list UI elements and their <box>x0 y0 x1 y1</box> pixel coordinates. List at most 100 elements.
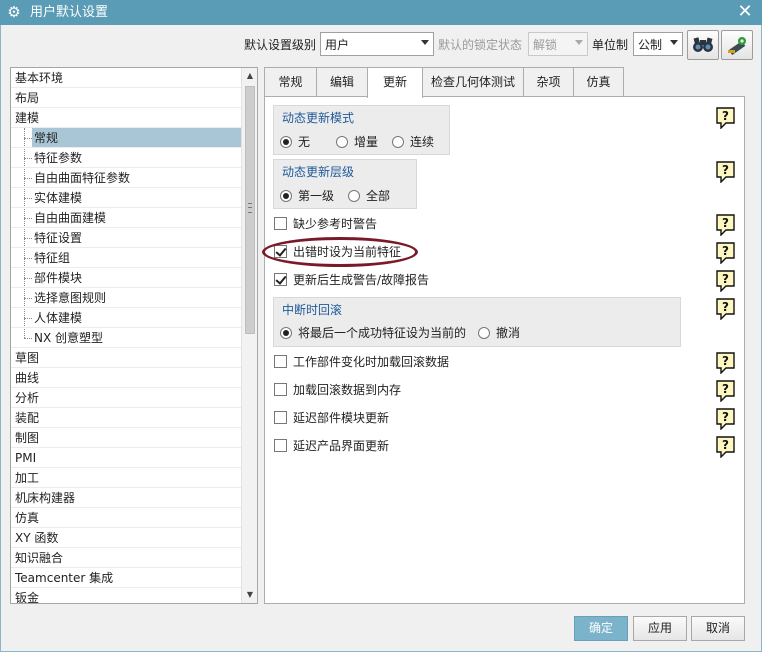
tree-item[interactable]: 钣金 <box>11 588 242 604</box>
tree-child-item[interactable]: 选择意图规则 <box>11 288 242 308</box>
manage-defaults-button[interactable] <box>721 30 753 60</box>
tree-item[interactable]: 机床构建器 <box>11 488 242 508</box>
help-icon[interactable]: ? <box>716 214 735 237</box>
tree-child-item[interactable]: 人体建模 <box>11 308 242 328</box>
tree-item[interactable]: Teamcenter 集成 <box>11 568 242 588</box>
scroll-down-icon[interactable]: ▼ <box>242 587 257 603</box>
tab-general[interactable]: 常规 <box>264 67 317 97</box>
help-icon[interactable]: ? <box>716 107 735 130</box>
tree-item-label: XY 函数 <box>15 531 59 545</box>
ok-button[interactable]: 确定 <box>574 616 628 641</box>
svg-text:?: ? <box>722 109 729 123</box>
help-icon[interactable]: ? <box>716 270 735 293</box>
tree-item[interactable]: 装配 <box>11 408 242 428</box>
help-icon[interactable]: ? <box>716 298 735 321</box>
cancel-button[interactable]: 取消 <box>691 616 745 641</box>
tree-item-label: 实体建模 <box>34 191 83 205</box>
tab-edit[interactable]: 编辑 <box>316 67 368 97</box>
tree-item-label: 加工 <box>15 471 40 485</box>
tree-item[interactable]: 仿真 <box>11 508 242 528</box>
tree-item-label: 基本环境 <box>15 71 64 85</box>
tree-item[interactable]: 建模 <box>11 108 242 128</box>
tree-item[interactable]: 草图 <box>11 348 242 368</box>
tree-item-label: 制图 <box>15 431 40 445</box>
tab-update[interactable]: 更新 <box>367 67 423 98</box>
help-icon[interactable]: ? <box>716 352 735 375</box>
tab-misc[interactable]: 杂项 <box>523 67 574 97</box>
tree-child-item[interactable]: 自由曲面特征参数 <box>11 168 242 188</box>
tree-item-label: 建模 <box>15 111 40 125</box>
level-label: 默认设置级别 <box>244 38 317 52</box>
wrench-gear-icon <box>728 37 746 55</box>
update-settings-panel: 动态更新模式 无 增量 连续 动态更新层级 第一级 全部 缺少参考时警告 出错时… <box>264 96 745 604</box>
svg-text:?: ? <box>722 354 729 368</box>
svg-text:?: ? <box>722 300 729 314</box>
chevron-down-icon <box>670 40 678 45</box>
tree-item-label: 人体建模 <box>34 311 83 325</box>
level-select-value: 用户 <box>325 38 350 52</box>
unit-select-value: 公制 <box>638 38 663 52</box>
tree-item[interactable]: 加工 <box>11 468 242 488</box>
tree-item[interactable]: PMI <box>11 448 242 468</box>
group-title: 动态更新层级 <box>282 165 355 179</box>
unit-select[interactable]: 公制 <box>633 32 683 56</box>
svg-text:?: ? <box>722 163 729 177</box>
svg-text:?: ? <box>722 272 729 286</box>
tree-item-label: 钣金 <box>15 591 40 604</box>
tree-item-label: 特征组 <box>34 251 71 265</box>
tree-child-item[interactable]: 特征参数 <box>11 148 242 168</box>
tab-geometry-check[interactable]: 检查几何体测试 <box>422 67 524 97</box>
tree-item[interactable]: 布局 <box>11 88 242 108</box>
close-icon[interactable]: ✕ <box>734 1 756 23</box>
tree-child-item[interactable]: 自由曲面建模 <box>11 208 242 228</box>
unit-label: 单位制 <box>592 38 629 52</box>
tree-child-item[interactable]: 实体建模 <box>11 188 242 208</box>
tree-item[interactable]: 知识融合 <box>11 548 242 568</box>
apply-button[interactable]: 应用 <box>633 616 687 641</box>
help-icon[interactable]: ? <box>716 161 735 184</box>
tree-item[interactable]: 分析 <box>11 388 242 408</box>
lock-select[interactable]: 解锁 <box>528 32 588 56</box>
tree-item-label: NX 创意塑型 <box>34 331 104 345</box>
chevron-down-icon <box>421 40 429 45</box>
tree-child-item[interactable]: 特征组 <box>11 248 242 268</box>
tree-scrollbar[interactable]: ▲ ▼ <box>241 68 257 603</box>
tree-item-label: 自由曲面建模 <box>34 211 107 225</box>
selection-highlight <box>32 128 242 147</box>
help-icon[interactable]: ? <box>716 242 735 265</box>
chevron-down-icon <box>575 40 583 45</box>
tree-child-item[interactable]: 常规 <box>11 128 242 148</box>
tab-simulation[interactable]: 仿真 <box>573 67 624 97</box>
tree-item[interactable]: 基本环境 <box>11 68 242 88</box>
category-tree[interactable]: 基本环境布局建模常规特征参数自由曲面特征参数实体建模自由曲面建模特征设置特征组部… <box>10 67 258 604</box>
title-bar: ⚙ 用户默认设置 ✕ <box>0 0 762 25</box>
tree-connector <box>24 218 32 219</box>
dynamic-update-mode-group: 动态更新模式 无 增量 连续 <box>273 105 450 155</box>
tree-item-label: 知识融合 <box>15 551 64 565</box>
level-select[interactable]: 用户 <box>320 32 434 56</box>
tree-item-label: 曲线 <box>15 371 40 385</box>
tree-child-item[interactable]: 部件模块 <box>11 268 242 288</box>
tree-connector <box>24 318 32 319</box>
help-icon[interactable]: ? <box>716 408 735 431</box>
help-icon[interactable]: ? <box>716 436 735 459</box>
find-defaults-button[interactable] <box>687 30 719 60</box>
tree-child-item[interactable]: NX 创意塑型 <box>11 328 242 348</box>
tree-item[interactable]: 曲线 <box>11 368 242 388</box>
grip-icon <box>248 203 252 213</box>
scroll-thumb[interactable] <box>245 86 255 334</box>
svg-text:?: ? <box>722 382 729 396</box>
tree-child-item[interactable]: 特征设置 <box>11 228 242 248</box>
tree-item-label: 特征参数 <box>34 151 83 165</box>
group-title: 动态更新模式 <box>282 111 355 125</box>
tree-item-label: 机床构建器 <box>15 491 76 505</box>
tree-item[interactable]: 制图 <box>11 428 242 448</box>
tree-connector <box>24 298 32 299</box>
tree-connector <box>24 158 32 159</box>
tree-item-label: 装配 <box>15 411 40 425</box>
svg-text:?: ? <box>722 410 729 424</box>
help-icon[interactable]: ? <box>716 380 735 403</box>
settings-gear-icon: ⚙ <box>7 3 21 21</box>
scroll-up-icon[interactable]: ▲ <box>242 68 257 84</box>
tree-item[interactable]: XY 函数 <box>11 528 242 548</box>
